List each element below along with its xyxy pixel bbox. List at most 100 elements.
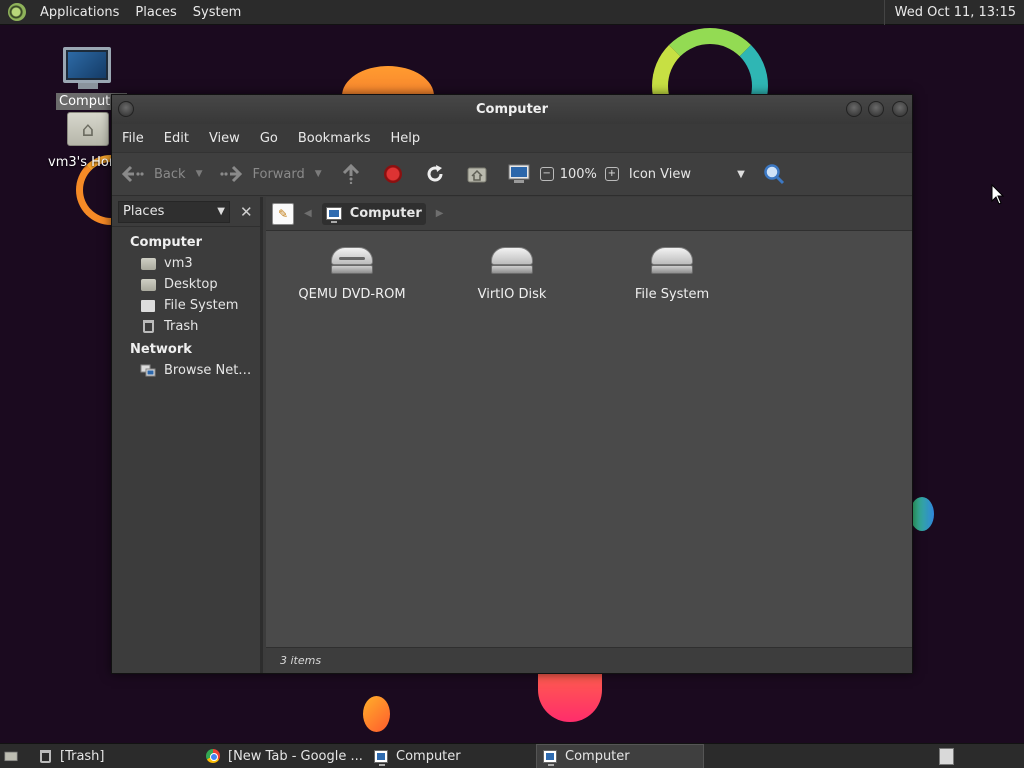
close-icon[interactable]: [892, 101, 908, 117]
crumb-right-arrow-icon[interactable]: ▶: [436, 208, 444, 219]
status-text: 3 items: [280, 654, 322, 667]
sidebar-item-vm3[interactable]: vm3: [140, 256, 260, 271]
home-folder-icon: [67, 112, 109, 146]
menu-logo-icon[interactable]: [8, 3, 26, 21]
wallpaper-teal-shape: [910, 497, 934, 531]
menu-help[interactable]: Help: [390, 131, 420, 146]
edit-location-icon[interactable]: ✎: [272, 202, 294, 225]
network-icon: [140, 364, 156, 378]
computer-icon: [325, 207, 342, 223]
sidebar-item-desktop[interactable]: Desktop: [140, 277, 260, 292]
computer-icon[interactable]: [508, 163, 530, 185]
back-history-arrow-icon[interactable]: ▼: [196, 169, 203, 179]
sidebar-item-label: Desktop: [164, 277, 218, 292]
view-mode-value: Icon View: [628, 166, 692, 182]
view-mode-select[interactable]: Icon View ▼: [629, 167, 745, 182]
forward-button[interactable]: Forward: [220, 163, 305, 185]
file-item-label: QEMU DVD-ROM: [298, 287, 406, 302]
crumb-left-arrow-icon[interactable]: ◀: [304, 208, 312, 219]
window-title: Computer: [475, 102, 549, 117]
menubar: File Edit View Go Bookmarks Help: [112, 124, 912, 152]
file-item-qemu-dvd-rom[interactable]: QEMU DVD-ROM: [292, 245, 412, 302]
trash-icon: [140, 320, 156, 334]
hard-disk-icon: [491, 245, 533, 275]
task-computer[interactable]: Computer: [368, 744, 536, 768]
file-item-virtio-disk[interactable]: VirtIO Disk: [452, 245, 572, 302]
close-sidebar-icon[interactable]: ✕: [240, 203, 253, 221]
file-item-label: VirtIO Disk: [477, 287, 547, 302]
trash-icon: [38, 749, 52, 763]
sidebar-type-value: Places: [123, 204, 165, 219]
window-body: Places ▼ ✕ Computer vm3 Desktop File Sys…: [112, 197, 912, 673]
home-icon[interactable]: [466, 163, 488, 185]
wallpaper-orange-egg: [363, 696, 390, 732]
task-label: Computer: [565, 748, 630, 764]
sidebar: Places ▼ ✕ Computer vm3 Desktop File Sys…: [112, 197, 263, 673]
menu-edit[interactable]: Edit: [164, 131, 189, 146]
menu-file[interactable]: File: [122, 131, 144, 146]
desktop-icon-computer[interactable]: Computer: [56, 44, 127, 110]
clock[interactable]: Wed Oct 11, 13:15: [883, 0, 1024, 25]
file-item-file-system[interactable]: File System: [612, 245, 732, 302]
task-label: Computer: [396, 748, 461, 764]
task-label: [Trash]: [60, 748, 105, 764]
menu-go[interactable]: Go: [260, 131, 278, 146]
up-arrow-icon[interactable]: [340, 163, 362, 185]
stop-icon[interactable]: [382, 163, 404, 185]
back-button[interactable]: Back: [122, 163, 186, 185]
sidebar-item-label: File System: [164, 298, 239, 313]
file-item-label: File System: [634, 287, 710, 302]
maximize-icon[interactable]: [868, 101, 884, 117]
sidebar-item-file-system[interactable]: File System: [140, 298, 260, 313]
back-arrow-icon: [122, 163, 144, 185]
computer-icon: [543, 749, 557, 766]
menu-view[interactable]: View: [209, 131, 240, 146]
task-label: [New Tab - Google ...: [228, 748, 363, 764]
icon-grid: QEMU DVD-ROM VirtIO Disk File System: [266, 231, 912, 311]
menu-bookmarks[interactable]: Bookmarks: [298, 131, 371, 146]
reload-icon[interactable]: [424, 163, 446, 185]
menu-system[interactable]: System: [185, 0, 249, 25]
sidebar-item-browse-network[interactable]: Browse Net…: [140, 363, 260, 378]
zoom-out-icon[interactable]: −: [539, 167, 554, 181]
zoom-in-icon[interactable]: +: [604, 167, 619, 181]
back-label: Back: [154, 166, 186, 182]
minimize-icon[interactable]: [846, 101, 862, 117]
forward-label: Forward: [252, 166, 305, 182]
sidebar-section-computer: Computer: [130, 235, 203, 250]
desktop-folder-icon: [140, 278, 156, 292]
home-folder-icon: [140, 257, 156, 271]
window-menu-icon[interactable]: [118, 101, 134, 117]
menu-applications[interactable]: Applications: [32, 0, 127, 25]
menu-places[interactable]: Places: [127, 0, 184, 25]
top-panel: Applications Places System Wed Oct 11, 1…: [0, 0, 1024, 25]
statusbar: 3 items: [266, 647, 912, 673]
sidebar-type-select[interactable]: Places ▼: [118, 200, 230, 223]
hard-disk-icon: [651, 245, 693, 275]
computer-icon: [63, 47, 111, 89]
file-manager-window: Computer File Edit View Go Bookmarks Hel…: [111, 94, 913, 674]
task-chrome[interactable]: [New Tab - Google ...: [200, 744, 368, 768]
window-titlebar[interactable]: Computer: [112, 95, 912, 124]
task-trash[interactable]: [Trash]: [32, 744, 200, 768]
sidebar-item-label: Trash: [164, 319, 199, 334]
sidebar-section-network: Network: [130, 342, 192, 357]
bottom-panel: [Trash] [New Tab - Google ... Computer C…: [0, 743, 1024, 768]
zoom-level[interactable]: 100%: [560, 167, 597, 182]
file-view[interactable]: ✎ ◀ Computer ▶ QEMU DVD-ROM VirtIO Disk …: [266, 197, 912, 673]
breadcrumb-computer[interactable]: Computer: [321, 202, 426, 225]
chrome-icon: [206, 749, 220, 763]
optical-drive-icon: [331, 245, 373, 275]
search-icon[interactable]: [763, 163, 785, 185]
task-computer-active[interactable]: Computer: [536, 743, 704, 768]
toolbar: Back ▼ Forward ▼ − 100% + Icon View ▼: [112, 152, 912, 196]
drive-icon: [140, 299, 156, 313]
show-desktop-button[interactable]: [0, 744, 32, 768]
location-bar: ✎ ◀ Computer ▶: [266, 197, 912, 231]
sidebar-header: Places ▼ ✕: [112, 197, 260, 227]
chevron-down-icon: ▼: [217, 206, 225, 217]
sidebar-item-trash[interactable]: Trash: [140, 319, 260, 334]
workspace-switcher[interactable]: [939, 747, 954, 765]
forward-history-arrow-icon[interactable]: ▼: [315, 169, 322, 179]
chevron-down-icon: ▼: [737, 168, 745, 180]
